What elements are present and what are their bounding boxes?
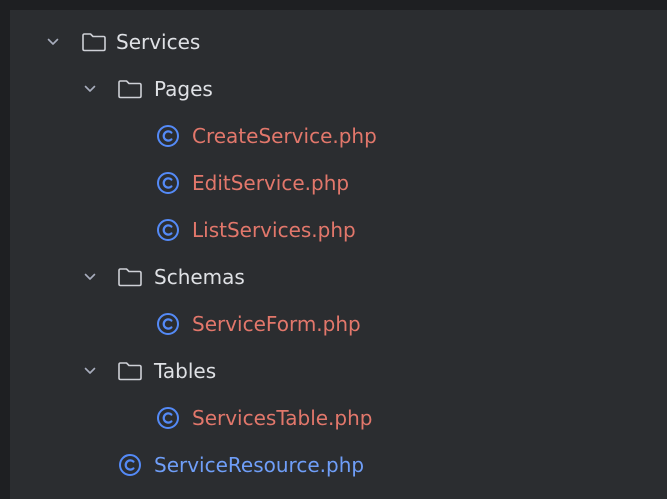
tree-item-label: Tables [154, 359, 217, 383]
tree-row-servicestable[interactable]: ServicesTable.php [10, 395, 667, 441]
tree-row-serviceresource[interactable]: ServiceResource.php [10, 442, 667, 488]
tree-row-tables[interactable]: Tables [10, 348, 667, 394]
chevron-down-icon[interactable] [82, 363, 98, 379]
tree-item-label: Schemas [154, 265, 245, 289]
tree-row-schemas[interactable]: Schemas [10, 254, 667, 300]
tree-item-label: Services [116, 30, 201, 54]
class-file-icon [155, 311, 181, 337]
tree-row-editservice[interactable]: EditService.php [10, 160, 667, 206]
tree-item-label: EditService.php [192, 171, 350, 195]
folder-icon [80, 30, 108, 54]
class-file-icon [117, 452, 143, 478]
class-file-icon [155, 123, 181, 149]
tree-row-listservices[interactable]: ListServices.php [10, 207, 667, 253]
class-file-icon [155, 217, 181, 243]
folder-icon [116, 359, 144, 383]
tree-item-label: ServicesTable.php [192, 406, 373, 430]
folder-icon [116, 77, 144, 101]
tree-item-label: ListServices.php [192, 218, 356, 242]
chevron-down-icon[interactable] [45, 34, 61, 50]
tree-row-serviceform[interactable]: ServiceForm.php [10, 301, 667, 347]
tree-item-label: Pages [154, 77, 213, 101]
tree-item-label: ServiceForm.php [192, 312, 361, 336]
tree-row-createservice[interactable]: CreateService.php [10, 113, 667, 159]
class-file-icon [155, 170, 181, 196]
chevron-down-icon[interactable] [82, 269, 98, 285]
chevron-down-icon[interactable] [82, 81, 98, 97]
tree-item-label: CreateService.php [192, 124, 377, 148]
tree-item-label: ServiceResource.php [154, 453, 365, 477]
project-tree: Services Pages CreateService.php EditSer… [10, 10, 667, 499]
tree-row-pages[interactable]: Pages [10, 66, 667, 112]
tree-row-services[interactable]: Services [10, 19, 667, 65]
class-file-icon [155, 405, 181, 431]
folder-icon [116, 265, 144, 289]
